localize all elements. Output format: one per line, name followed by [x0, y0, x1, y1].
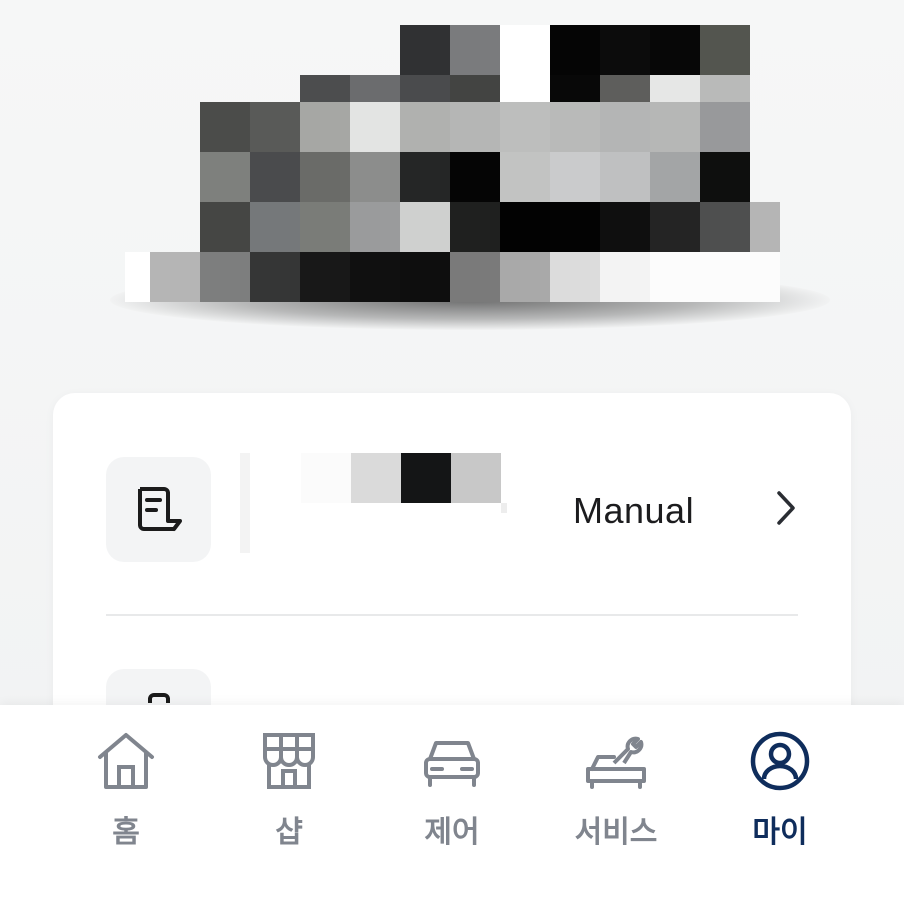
chevron-right-icon	[777, 491, 795, 525]
manual-menu-row[interactable]: Manual	[106, 453, 798, 563]
nav-tab-service[interactable]: 서비스	[546, 729, 686, 869]
nav-label-service: 서비스	[574, 815, 658, 850]
nav-label-control: 제어	[424, 815, 480, 850]
manual-label-container: Manual	[301, 453, 695, 563]
nav-tab-home[interactable]: 홈	[56, 729, 196, 869]
profile-icon	[750, 731, 810, 791]
bottom-navigation: 홈 샵 제어 서비스 마이	[0, 705, 904, 904]
nav-label-shop: 샵	[275, 815, 303, 850]
vehicle-pixelated-image	[125, 25, 780, 302]
nav-label-home: 홈	[112, 815, 140, 850]
nav-tab-control[interactable]: 제어	[382, 729, 522, 869]
next-menu-icon	[148, 693, 170, 703]
nav-label-my: 마이	[752, 815, 808, 850]
manual-icon-container	[106, 457, 211, 562]
car-icon	[424, 741, 480, 787]
manual-label: Manual	[573, 490, 695, 531]
redacted-vehicle-name	[301, 453, 507, 513]
manual-icon	[138, 487, 182, 531]
service-icon	[586, 736, 646, 789]
menu-row-separator	[240, 453, 250, 553]
vehicle-image	[100, 20, 840, 330]
nav-tab-shop[interactable]: 샵	[219, 729, 359, 869]
nav-tab-my[interactable]: 마이	[710, 729, 850, 869]
shop-icon	[263, 733, 315, 789]
my-page-screen: Manual 홈 샵 제어 서비스 마이	[0, 0, 904, 904]
menu-divider	[106, 614, 798, 616]
home-icon	[98, 733, 154, 789]
